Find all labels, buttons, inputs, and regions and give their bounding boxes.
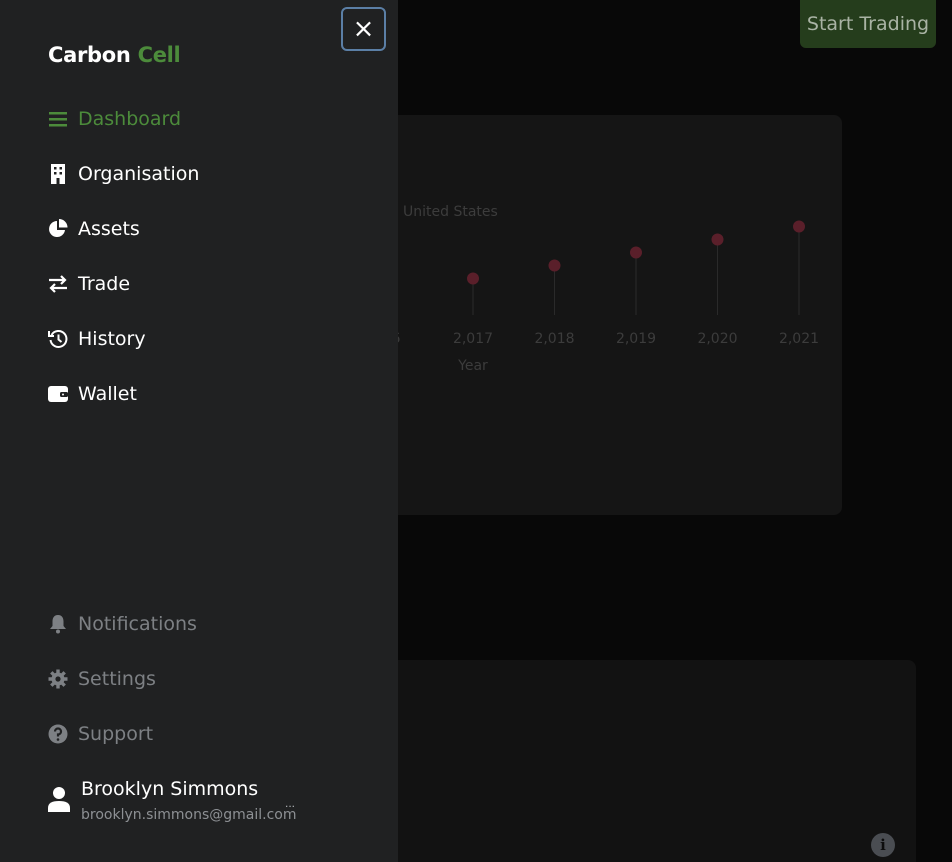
nav-item-dashboard[interactable]: Dashboard: [48, 104, 181, 134]
x-tick-label: 2,020: [697, 331, 737, 347]
nav-item-organisation[interactable]: Organisation: [48, 159, 199, 189]
nav-label-assets: Assets: [78, 218, 140, 240]
user-icon: [48, 786, 70, 812]
x-tick-label: 2,018: [534, 331, 574, 347]
nav-item-history[interactable]: History: [48, 324, 146, 354]
nav-item-assets[interactable]: Assets: [48, 214, 140, 244]
x-axis-label: Year: [457, 358, 488, 374]
chart-point: [630, 246, 642, 259]
info-icon[interactable]: i: [871, 833, 895, 857]
page: Start Trading United States 162,0172,018…: [0, 0, 952, 862]
wallet-icon: [48, 383, 68, 405]
nav-label-notifications: Notifications: [78, 613, 197, 635]
nav-item-settings[interactable]: Settings: [48, 664, 156, 694]
user-profile[interactable]: Brooklyn Simmons brooklyn.simmons@gmail.…: [48, 776, 348, 828]
nav-label-wallet: Wallet: [78, 383, 137, 405]
exchange-arrows-icon: [48, 273, 68, 295]
nav-label-organisation: Organisation: [78, 163, 200, 185]
nav-label-trade: Trade: [78, 273, 131, 295]
logo[interactable]: Carbon Cell: [48, 43, 181, 67]
sidebar: Carbon Cell × Dashboard Organisation Ass…: [0, 0, 398, 862]
bell-icon: [48, 613, 68, 635]
x-tick-label: 2,019: [616, 331, 656, 347]
close-sidebar-button[interactable]: ×: [341, 7, 386, 51]
pie-chart-icon: [48, 218, 68, 240]
history-icon: [48, 328, 68, 350]
nav-item-wallet[interactable]: Wallet: [48, 379, 137, 409]
more-options-icon[interactable]: ...: [285, 796, 295, 810]
user-name: Brooklyn Simmons: [81, 778, 259, 800]
building-icon: [48, 163, 68, 185]
x-tick-label: 2,021: [779, 331, 819, 347]
chart-legend: United States: [403, 204, 498, 220]
nav-item-support[interactable]: Support: [48, 719, 153, 749]
nav-item-notifications[interactable]: Notifications: [48, 609, 197, 639]
logo-part-cell: Cell: [137, 43, 181, 67]
nav-item-trade[interactable]: Trade: [48, 269, 130, 299]
start-trading-button[interactable]: Start Trading: [800, 0, 936, 48]
x-tick-label: 2,017: [453, 331, 493, 347]
logo-part-carbon: Carbon: [48, 43, 131, 67]
chart-point: [793, 220, 805, 233]
gear-icon: [48, 668, 68, 690]
nav-label-history: History: [78, 328, 146, 350]
menu-icon: [48, 108, 68, 130]
chart-point: [467, 272, 479, 285]
user-email: brooklyn.simmons@gmail.com: [81, 807, 297, 823]
nav-label-dashboard: Dashboard: [78, 108, 182, 130]
close-icon: ×: [352, 14, 375, 44]
chart-point: [548, 259, 561, 272]
question-circle-icon: [48, 723, 68, 745]
nav-label-settings: Settings: [78, 668, 156, 690]
nav-label-support: Support: [78, 723, 154, 745]
chart-point: [711, 233, 724, 246]
